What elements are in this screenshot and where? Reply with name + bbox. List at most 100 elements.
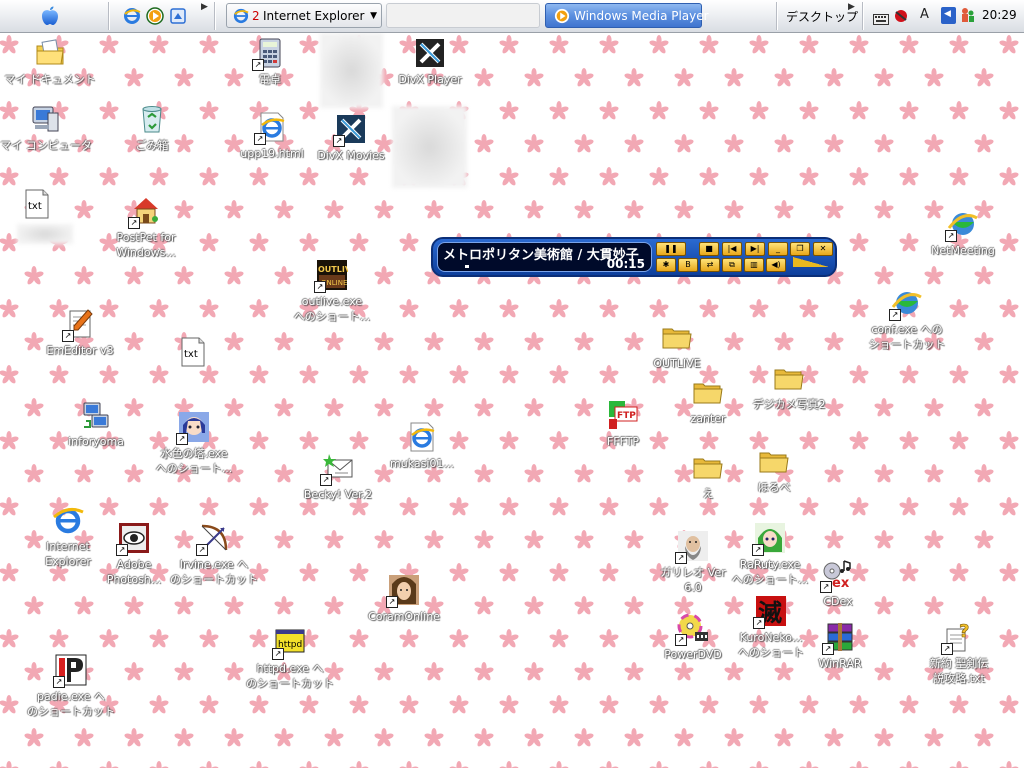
cdex-icon: ex ↗ — [820, 559, 854, 593]
quick-launch-ie-icon[interactable] — [123, 7, 141, 25]
desktop-icon-conf-exe[interactable]: ↗ conf.exe への ショートカット — [859, 287, 955, 352]
restore-button[interactable]: ❐ — [790, 242, 810, 256]
desktop-icon-padie[interactable]: ↗ padie.exe へ のショートカット — [23, 654, 119, 719]
taskbar-separator — [214, 2, 216, 30]
desktop-icon-httpd[interactable]: httpd ↗ httpd.exe へ のショートカット — [242, 626, 338, 691]
minimize-button[interactable]: _ — [768, 242, 788, 256]
task-button-blurred[interactable] — [386, 3, 540, 28]
httpd-icon: httpd ↗ — [272, 626, 306, 660]
folder-icon — [773, 362, 805, 394]
desktop-icon-txt-1[interactable]: txt — [0, 188, 85, 223]
media-player-toolbar[interactable]: メトロポリタン美術館 / 大貫妙子 00:15 ❚❚ ■ |◀ ▶| _ ❐ ✕… — [431, 237, 837, 277]
desktop-icon-irvine[interactable]: ↗ Irvine.exe へ のショートカット — [166, 522, 262, 587]
outlive-icon: OUTLIVEONLINE↗ — [314, 259, 348, 293]
emeditor-icon: ↗ — [62, 308, 96, 342]
desktop-icon-inforyoma[interactable]: inforyoma — [48, 399, 144, 449]
playlist-button[interactable]: B — [678, 258, 698, 272]
taskbar-separator — [862, 2, 864, 30]
tray-app-red-icon[interactable] — [892, 6, 910, 24]
kuroneko-kanji-icon: 滅 ↗ — [753, 595, 787, 629]
divx-icon: ↗ — [333, 113, 367, 147]
taskbar: ▶ 2 Internet Explorer ▼ Windows Media Pl… — [0, 0, 1024, 33]
desktop[interactable]: マイ ドキュメント マイ コンピュータ ごみ箱 txt txt ↗ PostPe… — [0, 33, 1024, 768]
desktop-folder-outlive[interactable]: OUTLIVE — [629, 321, 725, 371]
desktop-icon-divx-movies[interactable]: ↗ DivX Movies — [303, 113, 399, 163]
seek-position-marker[interactable] — [465, 265, 470, 268]
keyboard-icon[interactable] — [873, 10, 889, 25]
becky-mail-icon: ↗ — [320, 452, 354, 486]
ie-icon — [52, 504, 84, 536]
blurred-icon — [320, 33, 383, 108]
desktop-icon-calculator[interactable]: ↗ 電卓 — [222, 37, 318, 87]
volume-slider[interactable] — [793, 257, 829, 267]
galileo-icon: ↗ — [675, 530, 709, 564]
task-button-windows-media-player[interactable]: Windows Media Player — [545, 3, 709, 28]
quick-launch-media-player-icon[interactable] — [146, 7, 164, 25]
taskbar-separator — [108, 2, 110, 30]
help-doc-icon: ? ↗ — [941, 621, 975, 655]
desktop-icon-emeditor[interactable]: ↗ EmEditor v3 — [32, 308, 128, 358]
desktop-icon-mukasi[interactable]: mukasi01... — [374, 421, 470, 471]
desktop-icon-my-computer[interactable]: マイ コンピュータ — [0, 103, 94, 153]
desktop-icon-outlive-exe[interactable]: OUTLIVEONLINE↗ outlive.exe へのショート... — [284, 259, 380, 324]
desktop-icon-txt-2[interactable]: txt — [145, 336, 241, 371]
folder-icon — [661, 321, 693, 353]
postpet-house-icon: ↗ — [128, 195, 162, 229]
desktop-icon-divx-player[interactable]: DivX Player — [382, 37, 478, 87]
coram-face-icon: ↗ — [386, 574, 420, 608]
chevron-down-icon: ▼ — [370, 11, 377, 21]
ime-mode-indicator[interactable]: A — [920, 7, 929, 22]
desktop-icon-netmeeting[interactable]: ↗ NetMeeting — [915, 208, 1011, 258]
divx-icon — [414, 37, 446, 69]
media-player-icon — [554, 8, 570, 24]
folder-icon — [692, 451, 724, 483]
task-group-label: Internet Explorer — [263, 9, 365, 23]
ffftp-icon: FTP — [607, 399, 639, 431]
copy-button[interactable]: ⧉ — [722, 258, 742, 272]
media-player-display: メトロポリタン美術館 / 大貫妙子 00:15 — [437, 242, 652, 272]
clock[interactable]: 20:29 — [982, 8, 1017, 22]
quick-launch-expand-icon[interactable]: ▶ — [201, 2, 208, 12]
next-button[interactable]: ▶| — [745, 242, 765, 256]
visualization-button[interactable]: ▥ — [744, 258, 764, 272]
settings-button[interactable]: ✱ — [656, 258, 676, 272]
desktop-toolbar-expand-icon[interactable]: ▶ — [848, 2, 855, 12]
folder-docs-icon — [34, 37, 66, 69]
svg-text:txt: txt — [184, 349, 198, 360]
desktop-icon-recycle-bin[interactable]: ごみ箱 — [104, 103, 200, 153]
speaker-icon[interactable]: ◀) — [766, 258, 786, 272]
tray-messenger-icon[interactable] — [958, 6, 976, 24]
calculator-icon: ↗ — [252, 37, 286, 71]
svg-text:?: ? — [959, 621, 969, 642]
quick-launch-desktop-icon[interactable] — [169, 7, 187, 25]
task-label: Windows Media Player — [574, 9, 709, 23]
desktop-folder-hosoube[interactable]: ほるべ — [726, 445, 822, 495]
recycle-bin-icon — [136, 103, 168, 135]
folder-icon — [758, 445, 790, 477]
desktop-folder-digicam[interactable]: デジカメ写真2 — [741, 362, 837, 412]
network-computer-icon — [80, 399, 112, 431]
anime-girl-icon: ↗ — [752, 522, 786, 556]
pause-button[interactable]: ❚❚ — [656, 242, 686, 256]
irvine-bow-icon: ↗ — [196, 522, 230, 556]
desktop-icon-mizuiro[interactable]: ↗ 水色の塔.exe へのショート... — [146, 411, 242, 476]
ie-icon — [233, 8, 249, 24]
desktop-icon-winrar[interactable]: ↗ WinRAR — [792, 621, 888, 671]
start-menu-apple-icon[interactable] — [38, 4, 62, 28]
tray-collapse-icon[interactable]: ◀ — [941, 7, 956, 24]
close-button[interactable]: ✕ — [813, 242, 833, 256]
desktop-icon-becky[interactable]: ↗ Becky! Ver.2 — [290, 452, 386, 502]
desktop-icon-my-documents[interactable]: マイ ドキュメント — [2, 37, 98, 87]
previous-button[interactable]: |◀ — [722, 242, 742, 256]
task-group-internet-explorer[interactable]: 2 Internet Explorer ▼ — [226, 3, 382, 28]
desktop-icon-postpet[interactable]: ↗ PostPet for Windows... — [98, 195, 194, 260]
desktop-icon-ffftp[interactable]: FTP FFFTP — [575, 399, 671, 449]
stop-button[interactable]: ■ — [699, 242, 719, 256]
netmeeting-icon: ↗ — [945, 208, 979, 242]
task-group-count: 2 — [252, 9, 260, 23]
photoshop-eye-icon: ↗ — [116, 522, 150, 556]
repeat-button[interactable]: ⇄ — [700, 258, 720, 272]
desktop-icon-seiken[interactable]: ? ↗ 新約 聖剣伝 説攻略.txt — [911, 621, 1007, 686]
desktop-icon-coram[interactable]: ↗ CoramOnline — [356, 574, 452, 624]
ie-page-icon: ↗ — [254, 111, 288, 145]
